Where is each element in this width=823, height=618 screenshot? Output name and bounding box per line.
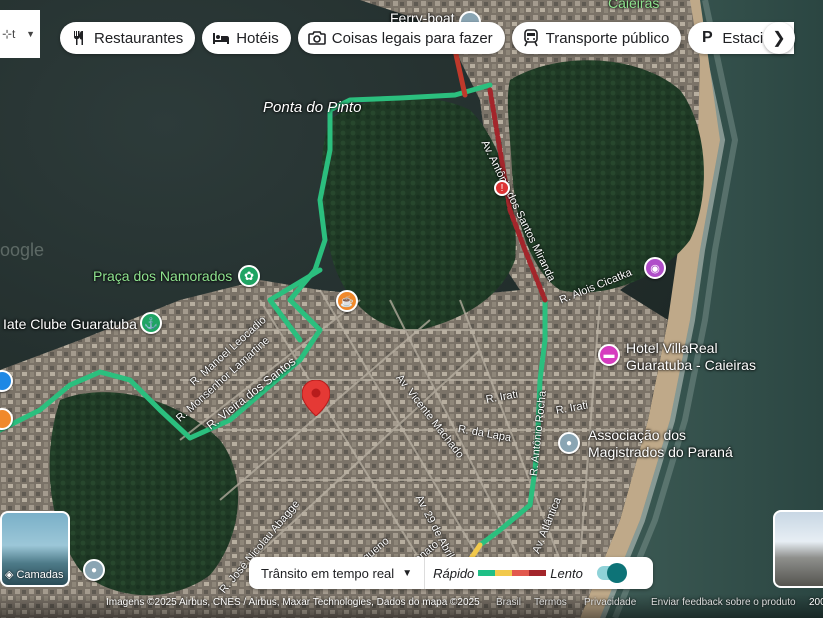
traffic-swatch-very-slow [529,570,547,576]
chevron-right-icon: ❯ [772,30,786,47]
traffic-label: Trânsito em tempo real [261,565,395,581]
chip-things-to-do-label: Coisas legais para fazer [331,29,493,47]
traffic-fast-label: Rápido [433,565,475,581]
marina-marker-icon[interactable]: ⚓ [140,312,162,334]
footer-terms-link[interactable]: Termos [534,597,567,608]
traffic-toggle[interactable] [596,563,627,583]
chip-restaurants[interactable]: Restaurantes [60,22,196,54]
traffic-legend: Trânsito em tempo real ▼ Rápido Lento [249,557,653,589]
cafe-marker-icon[interactable]: ☕ [336,290,358,312]
label-caieiras[interactable]: Caieiras [608,0,659,11]
footer-privacy-link[interactable]: Privacidade [584,597,636,608]
poi-pin-icon-lower[interactable]: ● [83,559,105,581]
chip-hotels-label: Hotéis [236,29,279,47]
caret-down-icon: ▼ [402,567,413,579]
label-praca-dos-namorados[interactable]: Praça dos Namorados [93,268,232,284]
train-icon [522,29,540,47]
traffic-dropdown[interactable]: Trânsito em tempo real ▼ [249,557,426,589]
street-view-thumbnail[interactable] [773,510,823,588]
traffic-swatch-fast [478,570,496,576]
toggle-knob [606,563,627,583]
layers-icon: ◈ [5,569,14,581]
traffic-swatch-slow [512,570,530,576]
label-associacao-line2[interactable]: Magistrados do Paraná [588,444,733,460]
chips-next-button[interactable]: ❯ [763,22,795,54]
poi-pin-icon[interactable]: ● [558,432,580,454]
footer-scale[interactable]: 200 [809,597,823,608]
chip-transit-label: Transporte público [545,29,670,47]
layers-label: Camadas [16,568,64,581]
traffic-slow-label: Lento [550,565,583,581]
corner-text: ⊹t [2,27,16,41]
park-marker-icon[interactable]: ✿ [238,265,260,287]
label-associacao-line1[interactable]: Associação dos [588,427,686,443]
layers-button[interactable]: ◈ Camadas [0,511,70,587]
label-hotel-villareal-line1[interactable]: Hotel VillaReal [626,340,718,356]
google-watermark: Google [0,240,45,260]
chevron-down-icon[interactable]: ▼ [26,29,35,39]
photo-spot-marker-icon[interactable]: ◉ [644,257,666,279]
label-iate-clube[interactable]: Iate Clube Guaratuba [3,316,137,332]
chip-hotels[interactable]: Hotéis [202,22,291,54]
traffic-speed-legend: Rápido Lento [425,566,591,581]
footer-feedback-link[interactable]: Enviar feedback sobre o produto [651,597,796,608]
traffic-incident-icon[interactable]: ! [494,180,510,196]
hotel-marker-icon[interactable]: ▬ [598,344,620,366]
traffic-swatch-moderate [495,570,513,576]
chip-restaurants-label: Restaurantes [94,29,184,47]
footer-brasil-link[interactable]: Brasil [496,597,521,608]
chip-transit[interactable]: Transporte público [511,22,682,54]
fork-knife-icon [70,29,88,47]
label-hotel-villareal-line2[interactable]: Guaratuba - Caieiras [626,357,756,373]
category-chips: Restaurantes Hotéis Coisas legais para f… [60,22,795,56]
satellite-map[interactable] [0,0,823,618]
location-pin-icon[interactable] [302,380,330,416]
chip-things-to-do[interactable]: Coisas legais para fazer [297,22,505,54]
search-box-edge[interactable]: ⊹t ▼ [0,10,40,58]
attribution-text: Imagens ©2025 Airbus, CNES / Airbus, Max… [106,597,480,608]
map-footer: Imagens ©2025 Airbus, CNES / Airbus, Max… [0,594,823,618]
camera-icon [307,29,326,47]
label-ponta-do-pinto[interactable]: Ponta do Pinto [263,99,361,116]
parking-icon: P [702,29,713,46]
bed-icon [212,29,230,47]
